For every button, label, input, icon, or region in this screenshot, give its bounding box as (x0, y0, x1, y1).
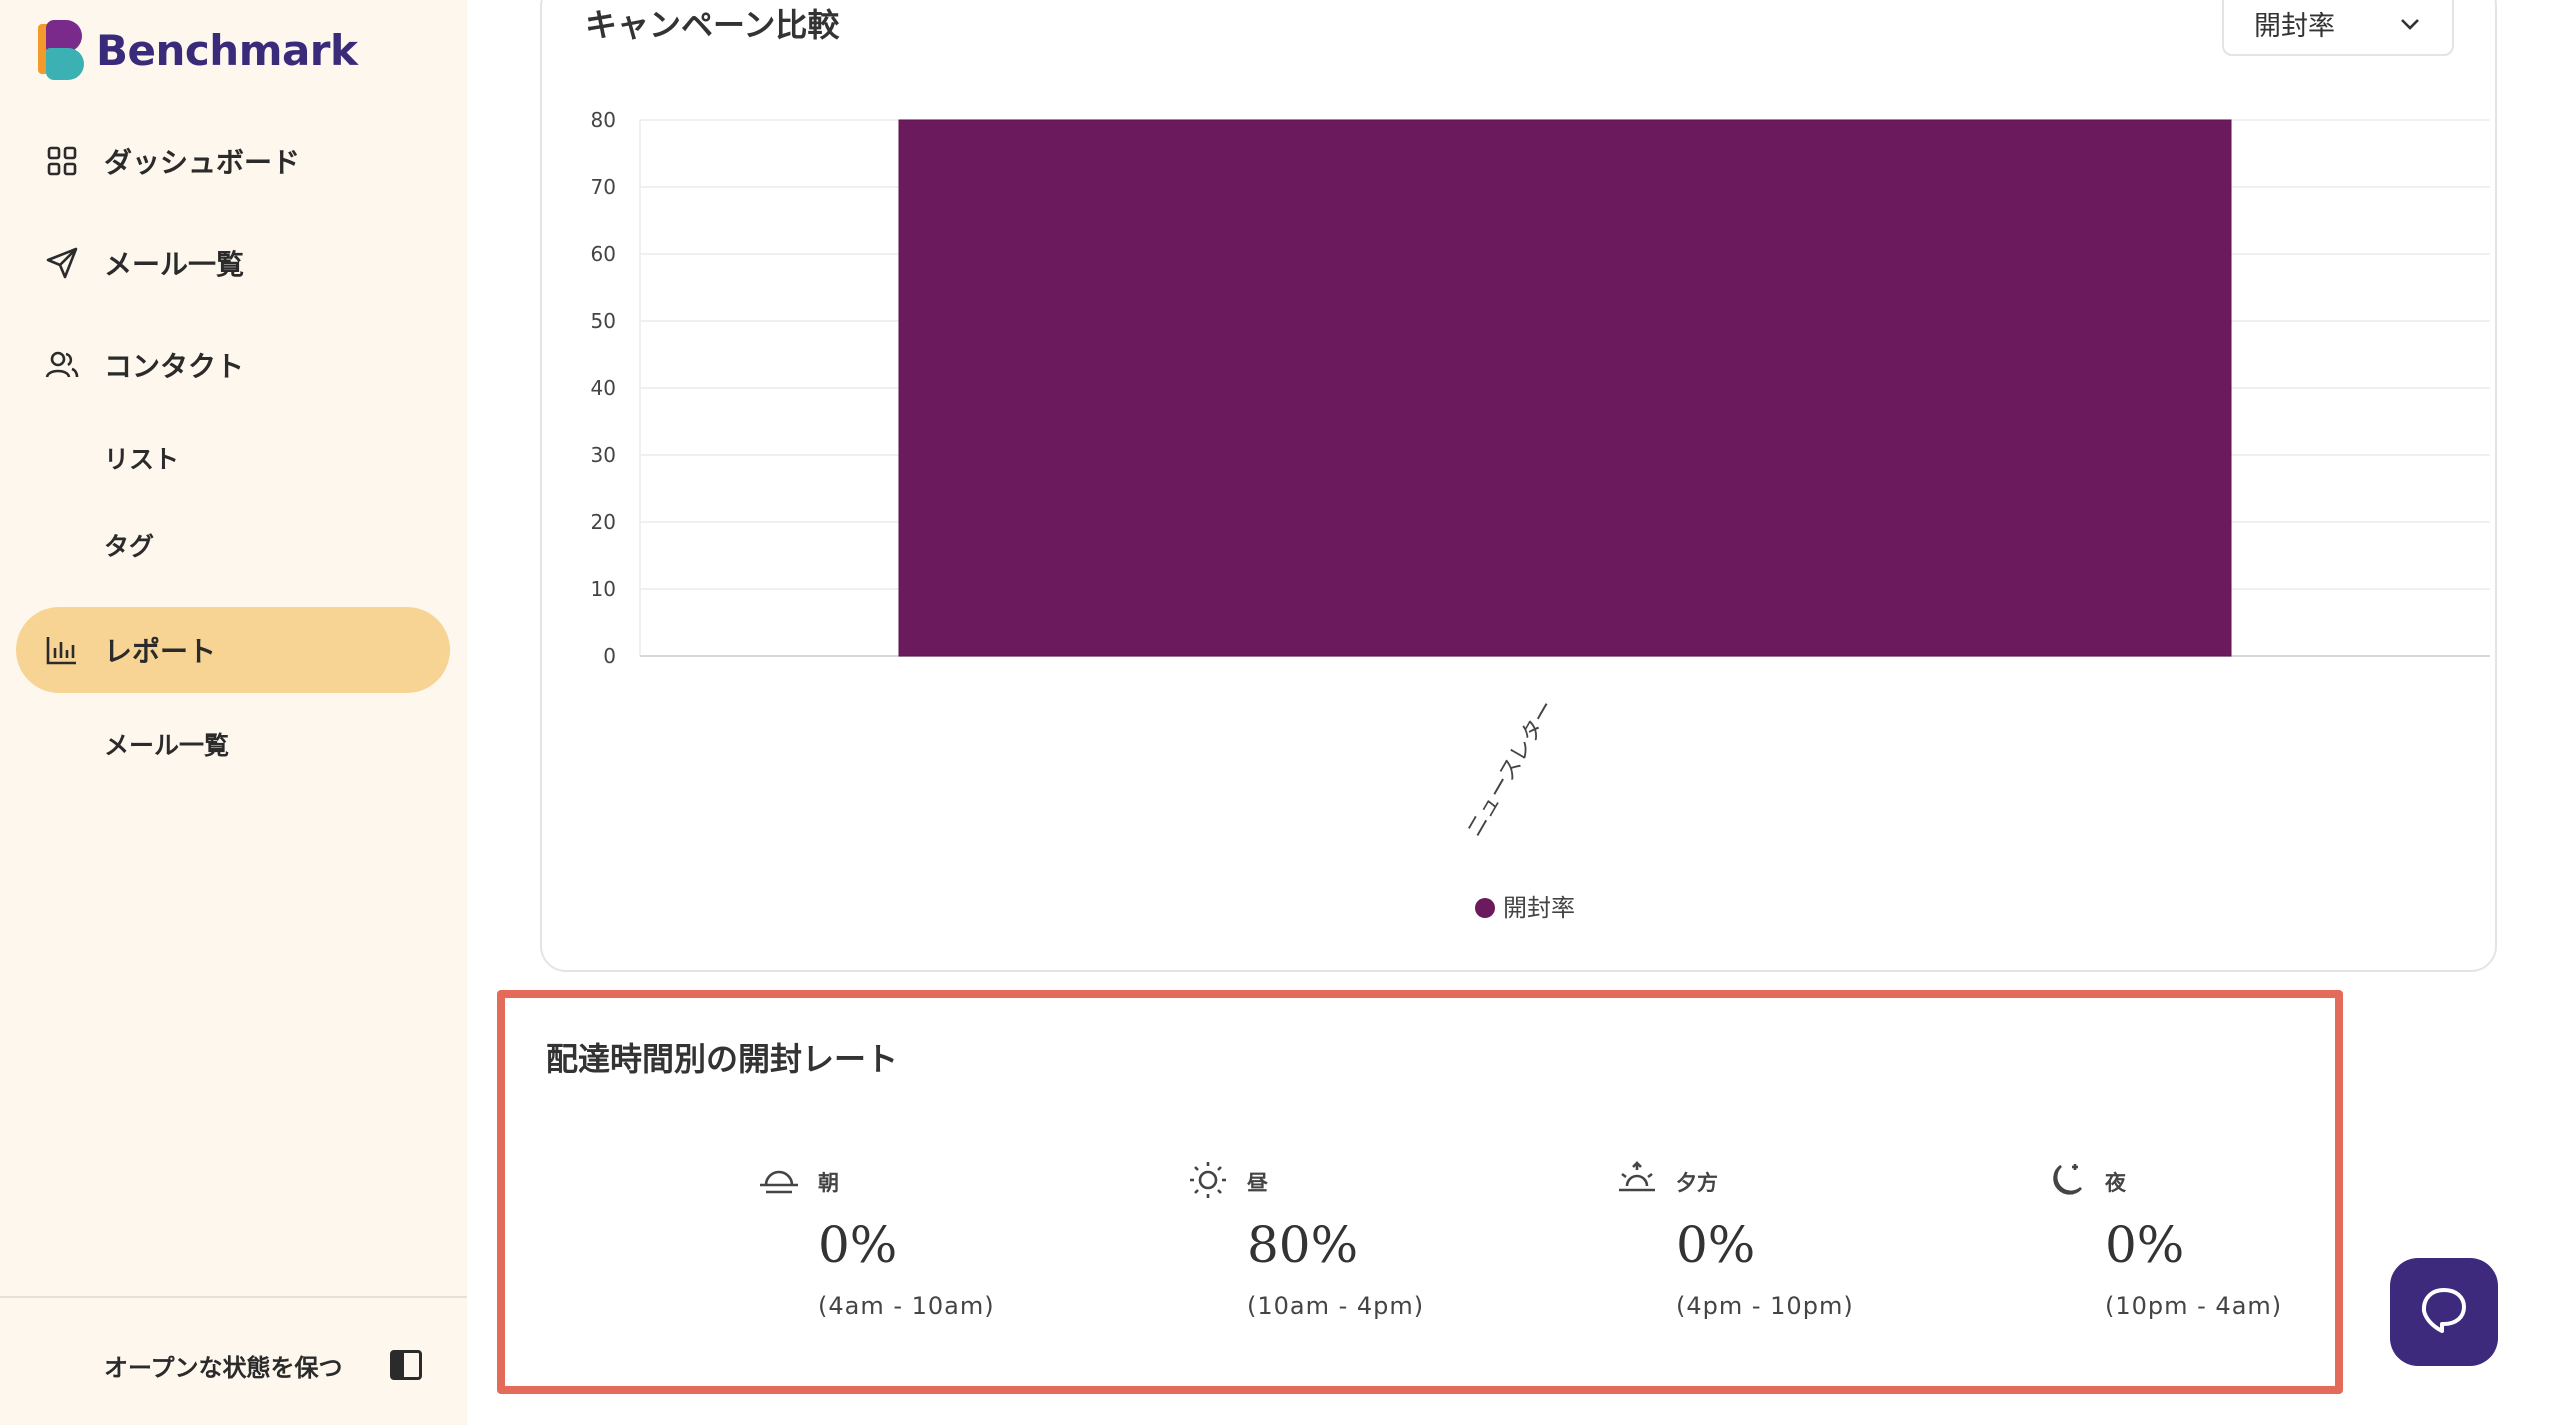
legend-swatch (1475, 898, 1495, 918)
sidebar-item-dashboard[interactable]: ダッシュボード (16, 118, 450, 204)
slot-range: (4pm - 10pm) (1676, 1292, 1854, 1320)
section-title: 配達時間別の開封レート (546, 1040, 899, 1078)
sunrise-icon (756, 1163, 802, 1201)
chart-title: キャンペーン比較 (585, 6, 840, 44)
y-tick-label: 40 (591, 376, 616, 400)
brand-name: Benchmark (96, 25, 358, 75)
stat-daytime: 昼 80% (10am - 4pm) (1185, 1160, 1545, 1320)
y-tick-label: 70 (591, 175, 616, 199)
sidebar-subitem-list[interactable]: リスト (104, 440, 179, 476)
slot-label: 朝 (818, 1171, 839, 1195)
brand-logo[interactable]: Benchmark (36, 20, 358, 80)
sidebar-subitem-tags[interactable]: タグ (104, 527, 154, 563)
keep-open-label[interactable]: オープンな状態を保つ (104, 1348, 343, 1383)
sidebar-item-label: レポート (104, 635, 217, 668)
y-tick-label: 60 (591, 242, 616, 266)
slot-value: 0% (1676, 1216, 1756, 1274)
sidebar-item-reports[interactable]: レポート (16, 607, 450, 693)
y-tick-label: 50 (591, 309, 616, 333)
stat-night: 夜 0% (10pm - 4am) (2043, 1160, 2403, 1320)
y-tick-label: 20 (591, 510, 616, 534)
bar (898, 119, 2232, 657)
slot-value: 0% (2105, 1216, 2185, 1274)
sidebar-item-contacts[interactable]: コンタクト (16, 322, 450, 408)
sidebar-item-label: コンタクト (104, 350, 245, 383)
slot-range: (10pm - 4am) (2105, 1292, 2283, 1320)
x-tick-label: ニュースレター (1462, 697, 1560, 842)
y-tick-label: 30 (591, 443, 616, 467)
chevron-down-icon (2398, 12, 2422, 43)
slot-label: 昼 (1247, 1171, 1268, 1195)
campaign-bar-chart: 0 10 20 30 40 50 60 70 80 ニュースレター開封率 (591, 108, 2490, 922)
moon-icon (2043, 1160, 2089, 1204)
slot-value: 80% (1247, 1216, 1359, 1274)
stat-morning: 朝 0% (4am - 10am) (756, 1160, 1116, 1320)
users-icon (40, 343, 84, 387)
chat-bubble-icon (2418, 1284, 2470, 1340)
metric-select-value: 開封率 (2254, 10, 2335, 42)
sidebar-item-label: メール一覧 (104, 248, 245, 281)
y-tick-label: 0 (603, 644, 616, 668)
sun-icon (1185, 1160, 1231, 1204)
y-tick-label: 80 (591, 108, 616, 132)
legend-label: 開封率 (1503, 894, 1575, 922)
chat-button[interactable] (2390, 1258, 2498, 1366)
slot-value: 0% (818, 1216, 898, 1274)
sunset-icon (1614, 1160, 1660, 1204)
send-icon (40, 241, 84, 285)
y-tick-label: 10 (591, 577, 616, 601)
logo-icon (36, 20, 88, 80)
bar-chart-icon (40, 628, 84, 672)
slot-label: 夕方 (1676, 1171, 1718, 1195)
sidebar-item-emails[interactable]: メール一覧 (16, 220, 450, 306)
slot-range: (4am - 10am) (818, 1292, 995, 1320)
sidebar-toggle-icon[interactable] (390, 1350, 422, 1380)
slot-label: 夜 (2105, 1171, 2126, 1195)
sidebar-item-label: ダッシュボード (104, 146, 301, 179)
grid-icon (40, 139, 84, 183)
sidebar-subitem-email-reports[interactable]: メール一覧 (104, 726, 229, 762)
sidebar: Benchmark ダッシュボード メール一覧 コンタクト リスト タグ レポー… (0, 0, 467, 1425)
stat-evening: 夕方 0% (4pm - 10pm) (1614, 1160, 1974, 1320)
slot-range: (10am - 4pm) (1247, 1292, 1425, 1320)
sidebar-divider (0, 1296, 467, 1298)
metric-select[interactable]: 開封率 (2222, 0, 2454, 56)
